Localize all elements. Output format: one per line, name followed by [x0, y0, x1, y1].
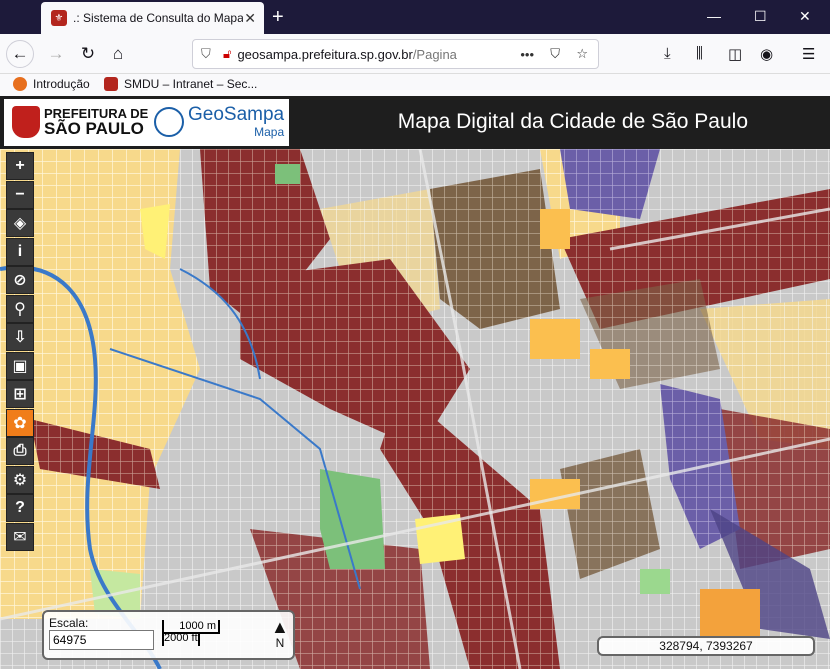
scale-panel: Escala: 1000 m 2000 ft ▲ N [42, 610, 295, 660]
info-icon[interactable]: i [6, 237, 34, 266]
bookmarks-bar: Introdução SMDU – Intranet – Sec... [0, 74, 830, 96]
highlight-area-2 [415, 514, 465, 564]
page-actions-icon[interactable]: ••• [520, 47, 534, 62]
pref-line2: SÃO PAULO [44, 119, 144, 138]
map-toolbar: + − ◈ i ⊘ ⚲ ⇩ ▣ ⊞ ✿ ⎙ ⚙ ? ✉ [6, 152, 34, 551]
maximize-icon[interactable]: ☐ [754, 8, 767, 25]
services-block-5 [540, 209, 570, 249]
zoom-in-icon[interactable]: + [6, 152, 34, 180]
bookmark-label: Introdução [33, 77, 90, 91]
menu-icon[interactable]: ☰ [802, 45, 815, 63]
geosampa-header: PREFEITURA DE SÃO PAULO GeoSampa Mapa Ma… [0, 96, 830, 149]
back-icon[interactable]: ← [6, 40, 34, 68]
brasao-icon [104, 77, 118, 91]
browser-tab-bar: ⚜ .: Sistema de Consulta do Mapa ✕ + — ☐… [0, 0, 830, 34]
north-arrow-icon: ▲ [271, 617, 289, 637]
tab-title: .: Sistema de Consulta do Mapa [73, 11, 243, 25]
geosampa-logo[interactable]: GeoSampa Mapa [154, 105, 284, 139]
browser-tab[interactable]: ⚜ .: Sistema de Consulta do Mapa ✕ [41, 2, 264, 34]
mail-icon[interactable]: ✉ [6, 522, 34, 551]
browser-nav-bar: ← → ↻ ⌂ ⛉ 🔓︎ geosampa.prefeitura.sp.gov.… [0, 34, 830, 74]
measure-icon[interactable]: ⊞ [6, 380, 34, 408]
forward-icon[interactable]: → [42, 40, 70, 68]
sidebar-icon[interactable]: ◫ [728, 45, 742, 63]
shield-icon[interactable]: ⛉ [201, 46, 217, 62]
scale-bar-imperial: 2000 ft [162, 632, 200, 646]
brand-name: GeoSampa [188, 104, 285, 125]
url-bar[interactable]: ⛉ 🔓︎ geosampa.prefeitura.sp.gov.br/Pagin… [192, 39, 599, 69]
no-draw-icon[interactable]: ⊘ [6, 266, 34, 294]
account-icon[interactable]: ◉ [760, 45, 773, 63]
north-arrow: ▲ N [271, 618, 289, 650]
insecure-lock-icon[interactable]: 🔓︎ [223, 46, 231, 62]
window-close-icon[interactable]: ✕ [799, 8, 811, 25]
settings-icon[interactable]: ⚙ [6, 465, 34, 494]
reload-icon[interactable]: ↻ [74, 40, 102, 68]
firefox-icon [13, 77, 27, 91]
brand-sub: Mapa [254, 125, 285, 139]
new-tab-icon[interactable]: + [272, 6, 284, 29]
download-icon[interactable]: ⇩ [6, 323, 34, 351]
help-icon[interactable]: ? [6, 494, 34, 522]
scale-input[interactable] [49, 630, 154, 650]
bookmark-introducao[interactable]: Introdução [13, 77, 90, 91]
downloads-icon[interactable]: ⤓ [664, 45, 671, 62]
park-small-2 [640, 569, 670, 594]
bookmark-label: SMDU – Intranet – Sec... [124, 77, 258, 91]
globe-icon [154, 107, 184, 137]
minimize-icon[interactable]: — [707, 8, 721, 24]
land-use-map[interactable] [0, 149, 830, 669]
url-path: /Pagina [412, 46, 457, 62]
services-block-4 [700, 589, 760, 639]
url-domain: geosampa.prefeitura.sp.gov.br [237, 46, 413, 62]
print-icon[interactable]: ⎙ [6, 437, 34, 465]
prefeitura-logo[interactable]: PREFEITURA DE SÃO PAULO [12, 106, 148, 138]
pocket-icon[interactable]: ⛉ [550, 46, 560, 62]
services-block-2 [590, 349, 630, 379]
bookmark-smdu[interactable]: SMDU – Intranet – Sec... [104, 77, 257, 91]
favicon-icon: ⚜ [51, 10, 67, 26]
park-small-1 [275, 164, 300, 184]
page-title: Mapa Digital da Cidade de São Paulo [397, 110, 748, 133]
north-label: N [275, 636, 285, 650]
save-icon[interactable]: ▣ [6, 351, 34, 380]
film-icon[interactable]: ✿ [6, 408, 34, 437]
home-icon[interactable]: ⌂ [104, 40, 132, 68]
scale-label: Escala: [49, 616, 89, 630]
search-icon[interactable]: ⚲ [6, 294, 34, 323]
services-block-1 [530, 319, 580, 359]
map-canvas[interactable] [0, 149, 830, 669]
layers-icon[interactable]: ◈ [6, 209, 34, 237]
close-tab-icon[interactable]: ✕ [244, 10, 256, 27]
logo-panel: PREFEITURA DE SÃO PAULO GeoSampa Mapa [4, 99, 289, 146]
library-icon[interactable]: ⫼ [696, 45, 703, 62]
coordinates-readout: 328794, 7393267 [597, 636, 815, 656]
zoom-out-icon[interactable]: − [6, 180, 34, 209]
brasao-icon [12, 106, 40, 138]
bookmark-star-icon[interactable]: ☆ [576, 46, 588, 62]
